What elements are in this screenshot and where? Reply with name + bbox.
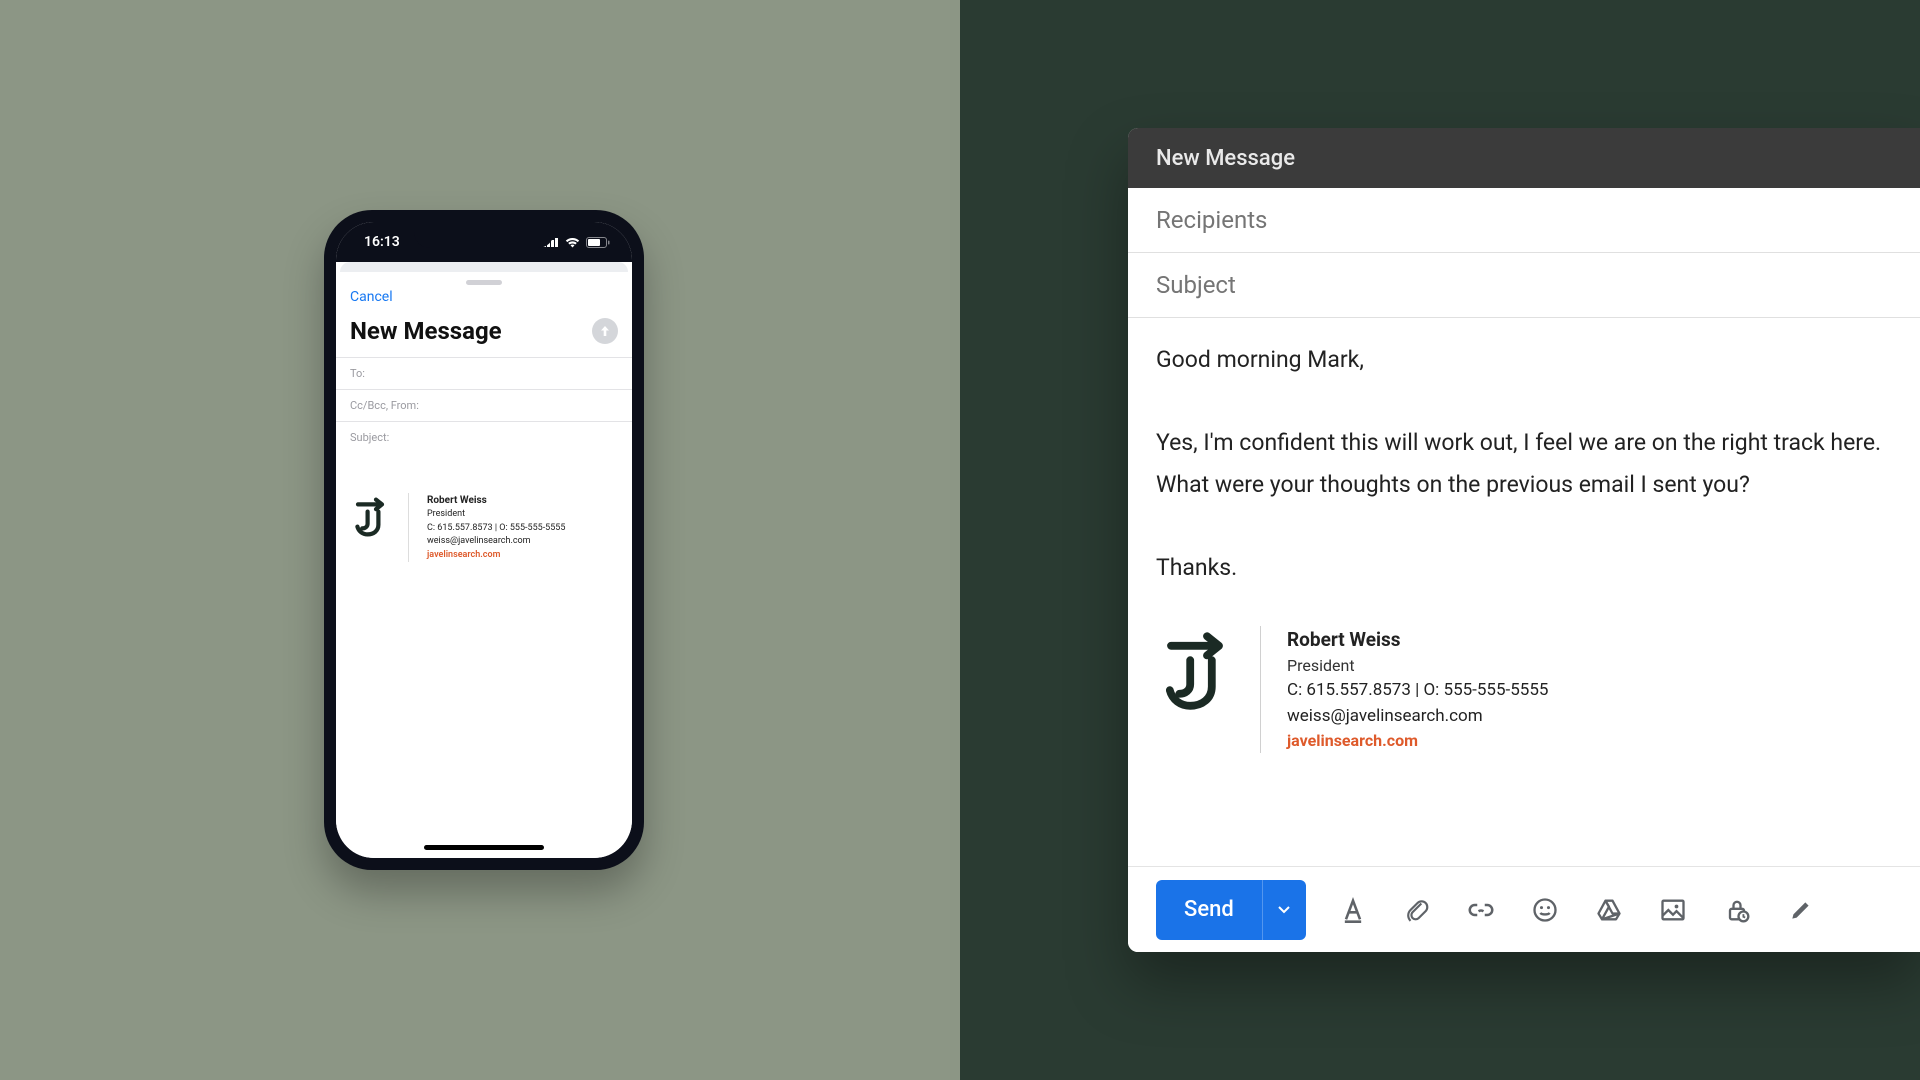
- signature-divider: [408, 493, 409, 562]
- body-line: Good morning Mark,: [1156, 342, 1892, 378]
- confidential-mode-icon[interactable]: [1720, 893, 1754, 927]
- email-signature: Robert Weiss President C: 615.557.8573 |…: [1156, 626, 1892, 754]
- signature-logo-icon: [1156, 626, 1234, 716]
- recipients-field[interactable]: Recipients: [1128, 188, 1920, 253]
- body-line: What were your thoughts on the previous …: [1156, 467, 1892, 503]
- send-button[interactable]: Send: [1156, 880, 1306, 940]
- formatting-icon[interactable]: [1336, 893, 1370, 927]
- compose-header[interactable]: New Message: [1128, 128, 1920, 188]
- insert-image-icon[interactable]: [1656, 893, 1690, 927]
- right-panel: New Message Recipients Subject Good morn…: [960, 0, 1920, 1080]
- signature-text: Robert Weiss President C: 615.557.8573 |…: [427, 493, 565, 562]
- signature-link[interactable]: javelinsearch.com: [427, 549, 565, 563]
- compose-toolbar: Send: [1128, 866, 1920, 952]
- signature-title: President: [427, 508, 565, 522]
- compose-title: New Message: [350, 317, 502, 345]
- ccbcc-from-field[interactable]: Cc/Bcc, From:: [336, 389, 632, 421]
- sheet-grabber[interactable]: [466, 280, 502, 285]
- home-indicator[interactable]: [424, 845, 544, 850]
- status-right: [543, 237, 610, 248]
- signature-text: Robert Weiss President C: 615.557.8573 |…: [1287, 626, 1548, 754]
- phone-screen: 16:13 Cancel: [336, 222, 632, 858]
- gmail-compose-window: New Message Recipients Subject Good morn…: [1128, 128, 1920, 952]
- send-button[interactable]: [592, 318, 618, 344]
- body-line: Yes, I'm confident this will work out, I…: [1156, 425, 1892, 461]
- signature-name: Robert Weiss: [1287, 626, 1548, 655]
- subject-field[interactable]: Subject: [1128, 253, 1920, 318]
- message-body[interactable]: Good morning Mark, Yes, I'm confident th…: [1128, 318, 1920, 866]
- compose-sheet: Cancel New Message To: Cc/Bcc, From: Sub…: [336, 272, 632, 858]
- phone-notch: [414, 222, 554, 248]
- signature-email: weiss@javelinsearch.com: [1287, 704, 1548, 730]
- signature-phones: C: 615.557.8573 | O: 555-555-5555: [1287, 678, 1548, 704]
- compose-header-title: New Message: [1156, 146, 1295, 171]
- arrow-up-icon: [598, 324, 612, 338]
- battery-icon: [586, 237, 610, 248]
- signature-name: Robert Weiss: [427, 493, 565, 508]
- send-options-dropdown[interactable]: [1262, 880, 1306, 940]
- subject-field[interactable]: Subject:: [336, 421, 632, 453]
- wifi-icon: [565, 237, 580, 248]
- email-signature: Robert Weiss President C: 615.557.8573 |…: [336, 453, 632, 562]
- left-panel: 16:13 Cancel: [0, 0, 960, 1080]
- status-time: 16:13: [364, 234, 400, 250]
- emoji-icon[interactable]: [1528, 893, 1562, 927]
- signature-phones: C: 615.557.8573 | O: 555-555-5555: [427, 522, 565, 536]
- signature-title: President: [1287, 654, 1548, 678]
- phone-frame: 16:13 Cancel: [324, 210, 644, 870]
- body-line: Thanks.: [1156, 550, 1892, 586]
- to-field[interactable]: To:: [336, 357, 632, 389]
- drive-icon[interactable]: [1592, 893, 1626, 927]
- caret-down-icon: [1278, 906, 1290, 914]
- signature-link[interactable]: javelinsearch.com: [1287, 729, 1548, 753]
- cancel-button[interactable]: Cancel: [350, 289, 393, 305]
- attach-file-icon[interactable]: [1400, 893, 1434, 927]
- signature-email: weiss@javelinsearch.com: [427, 535, 565, 549]
- signature-divider: [1260, 626, 1261, 754]
- send-button-label: Send: [1156, 897, 1262, 922]
- signature-logo-icon: [350, 493, 390, 541]
- insert-link-icon[interactable]: [1464, 893, 1498, 927]
- sheet-background-peek: [340, 262, 628, 272]
- signature-pen-icon[interactable]: [1784, 893, 1818, 927]
